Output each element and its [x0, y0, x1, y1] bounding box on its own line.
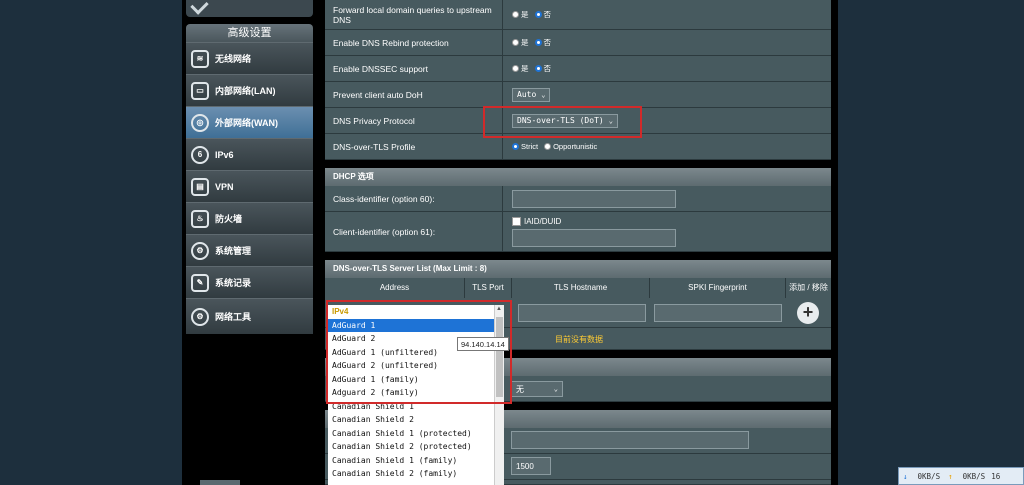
sidebar-item-label: 系统记录 — [215, 278, 252, 288]
network-speed-widget[interactable]: ↓ 0KB/S ↑ 0KB/S 16 — [898, 467, 1024, 485]
sidebar-item-label: 防火墙 — [215, 214, 243, 224]
dropdown-option[interactable]: Canadian Shield 1 (protected) — [328, 427, 494, 441]
select-value: Auto — [517, 90, 537, 99]
radio-no[interactable] — [534, 65, 542, 72]
download-speed: 0KB/S — [917, 471, 941, 481]
setting-label: Client-identifier (option 61): — [325, 212, 503, 251]
radio-label: 是 — [521, 64, 529, 73]
sidebar-item-log[interactable]: ✎ 系统记录 — [186, 266, 313, 298]
chevron-down-icon: ⌄ — [553, 385, 558, 393]
setting-label: DNS Privacy Protocol — [325, 108, 503, 133]
radio-label: 否 — [543, 64, 552, 73]
sidebar-item-label: 内部网络(LAN) — [215, 86, 276, 96]
radio-no[interactable] — [534, 11, 542, 18]
status-extra: 16 — [991, 471, 1001, 481]
dropdown-option[interactable]: Canadian Shield 2 (family) — [328, 467, 494, 481]
setting-label: DNS-over-TLS Profile — [325, 134, 503, 159]
setting-row-dnssec: Enable DNSSEC support 是 否 — [325, 56, 831, 82]
sidebar-item-lan[interactable]: ▭ 内部网络(LAN) — [186, 74, 313, 106]
radio-yes[interactable] — [512, 11, 519, 18]
radio-opportunistic[interactable] — [544, 143, 552, 150]
radio-no[interactable] — [534, 39, 542, 46]
port-value: 1500 — [516, 461, 534, 471]
client-id-input[interactable] — [512, 228, 676, 247]
radio-label: 否 — [543, 10, 552, 19]
tls-hostname-input[interactable] — [518, 304, 646, 322]
port-input[interactable]: 1500 — [511, 457, 551, 475]
column-header-address: Address — [325, 278, 465, 298]
highlight-box-dropdown — [326, 300, 512, 404]
radio-label: 否 — [543, 38, 552, 47]
column-header-add-remove: 添加 / 移除 — [786, 278, 831, 298]
wan-globe-icon: ◎ — [191, 113, 209, 132]
setting-label: Enable DNS Rebind protection — [325, 30, 503, 55]
sidebar-header: 高级设置 — [186, 24, 313, 42]
radio-label: Strict — [521, 142, 539, 151]
ipv6-icon: 6 — [191, 145, 209, 164]
admin-gear-icon: ⚙ — [191, 241, 209, 260]
sidebar-item-firewall[interactable]: ♨ 防火墙 — [186, 202, 313, 234]
setting-row-client-id: Client-identifier (option 61): IAID/DUID — [325, 212, 831, 252]
sidebar-item-label: 外部网络(WAN) — [215, 118, 278, 128]
sidebar-item-network-tools[interactable]: ⚙ 网络工具 — [186, 298, 313, 334]
spki-input[interactable] — [654, 304, 782, 322]
radio-label: Opportunistic — [553, 142, 598, 151]
radio-strict[interactable] — [512, 143, 519, 150]
radio-yes[interactable] — [512, 65, 519, 72]
column-header-tls-hostname: TLS Hostname — [512, 278, 650, 298]
section-dot-list: DNS-over-TLS Server List (Max Limit : 8) — [325, 260, 831, 278]
sidebar-top-item[interactable] — [186, 0, 313, 17]
setting-row-forward-local: Forward local domain queries to upstream… — [325, 0, 831, 30]
setting-row-rebind: Enable DNS Rebind protection 是 否 — [325, 30, 831, 56]
vpn-icon: ▤ — [191, 177, 209, 196]
select-value: 无 — [516, 384, 524, 394]
add-server-button[interactable]: + — [797, 302, 819, 324]
checkbox-label: IAID/DUID — [524, 216, 562, 226]
wireless-icon: ≋ — [191, 49, 209, 68]
check-icon — [190, 0, 209, 15]
lower-text-input[interactable] — [511, 431, 749, 449]
radio-label: 是 — [521, 38, 529, 47]
sidebar-item-label: VPN — [215, 181, 234, 192]
lan-icon: ▭ — [191, 81, 209, 100]
column-header-tls-port: TLS Port — [465, 278, 512, 298]
upload-arrow-icon: ↑ — [948, 471, 953, 481]
section-dhcp: DHCP 选项 — [325, 168, 831, 186]
prevent-doh-select[interactable]: Auto ⌄ — [512, 87, 551, 102]
download-arrow-icon: ↓ — [903, 471, 908, 481]
sidebar-item-label: 无线网络 — [215, 54, 252, 64]
sidebar-item-vpn[interactable]: ▤ VPN — [186, 170, 313, 202]
dropdown-option[interactable]: Canadian Shield 1 (family) — [328, 454, 494, 468]
log-icon: ✎ — [191, 273, 209, 292]
upload-speed: 0KB/S — [962, 471, 986, 481]
iaid-checkbox[interactable] — [512, 216, 521, 226]
setting-row-class-id: Class-identifier (option 60): — [325, 186, 831, 212]
setting-label: Class-identifier (option 60): — [325, 186, 503, 211]
network-tools-icon: ⚙ — [191, 307, 209, 326]
sidebar-item-admin[interactable]: ⚙ 系统管理 — [186, 234, 313, 266]
dropdown-option[interactable]: Canadian Shield 2 (protected) — [328, 440, 494, 454]
no-data-text: 目前没有数据 — [555, 335, 603, 344]
lower-select[interactable]: 无 ⌄ — [511, 381, 563, 397]
setting-label: Prevent client auto DoH — [325, 82, 503, 107]
sidebar-item-label: 网络工具 — [215, 312, 252, 322]
setting-label: Forward local domain queries to upstream… — [325, 0, 503, 29]
sidebar-item-ipv6[interactable]: 6 IPv6 — [186, 138, 313, 170]
column-header-spki: SPKI Fingerprint — [650, 278, 786, 298]
firewall-icon: ♨ — [191, 209, 209, 228]
setting-row-prevent-doh: Prevent client auto DoH Auto ⌄ — [325, 82, 831, 108]
highlight-box-privacy — [483, 106, 642, 138]
chevron-down-icon: ⌄ — [541, 90, 546, 99]
sidebar-item-wireless[interactable]: ≋ 无线网络 — [186, 42, 313, 74]
radio-yes[interactable] — [512, 39, 519, 46]
sidebar-item-label: 系统管理 — [215, 246, 252, 256]
class-id-input[interactable] — [512, 189, 676, 208]
dropdown-option[interactable]: Canadian Shield 2 — [328, 413, 494, 427]
bottom-strip — [200, 480, 240, 485]
sidebar-item-wan[interactable]: ◎ 外部网络(WAN) — [186, 106, 313, 138]
radio-label: 是 — [521, 10, 529, 19]
setting-label: Enable DNSSEC support — [325, 56, 503, 81]
sidebar-item-label: IPv6 — [215, 149, 234, 160]
